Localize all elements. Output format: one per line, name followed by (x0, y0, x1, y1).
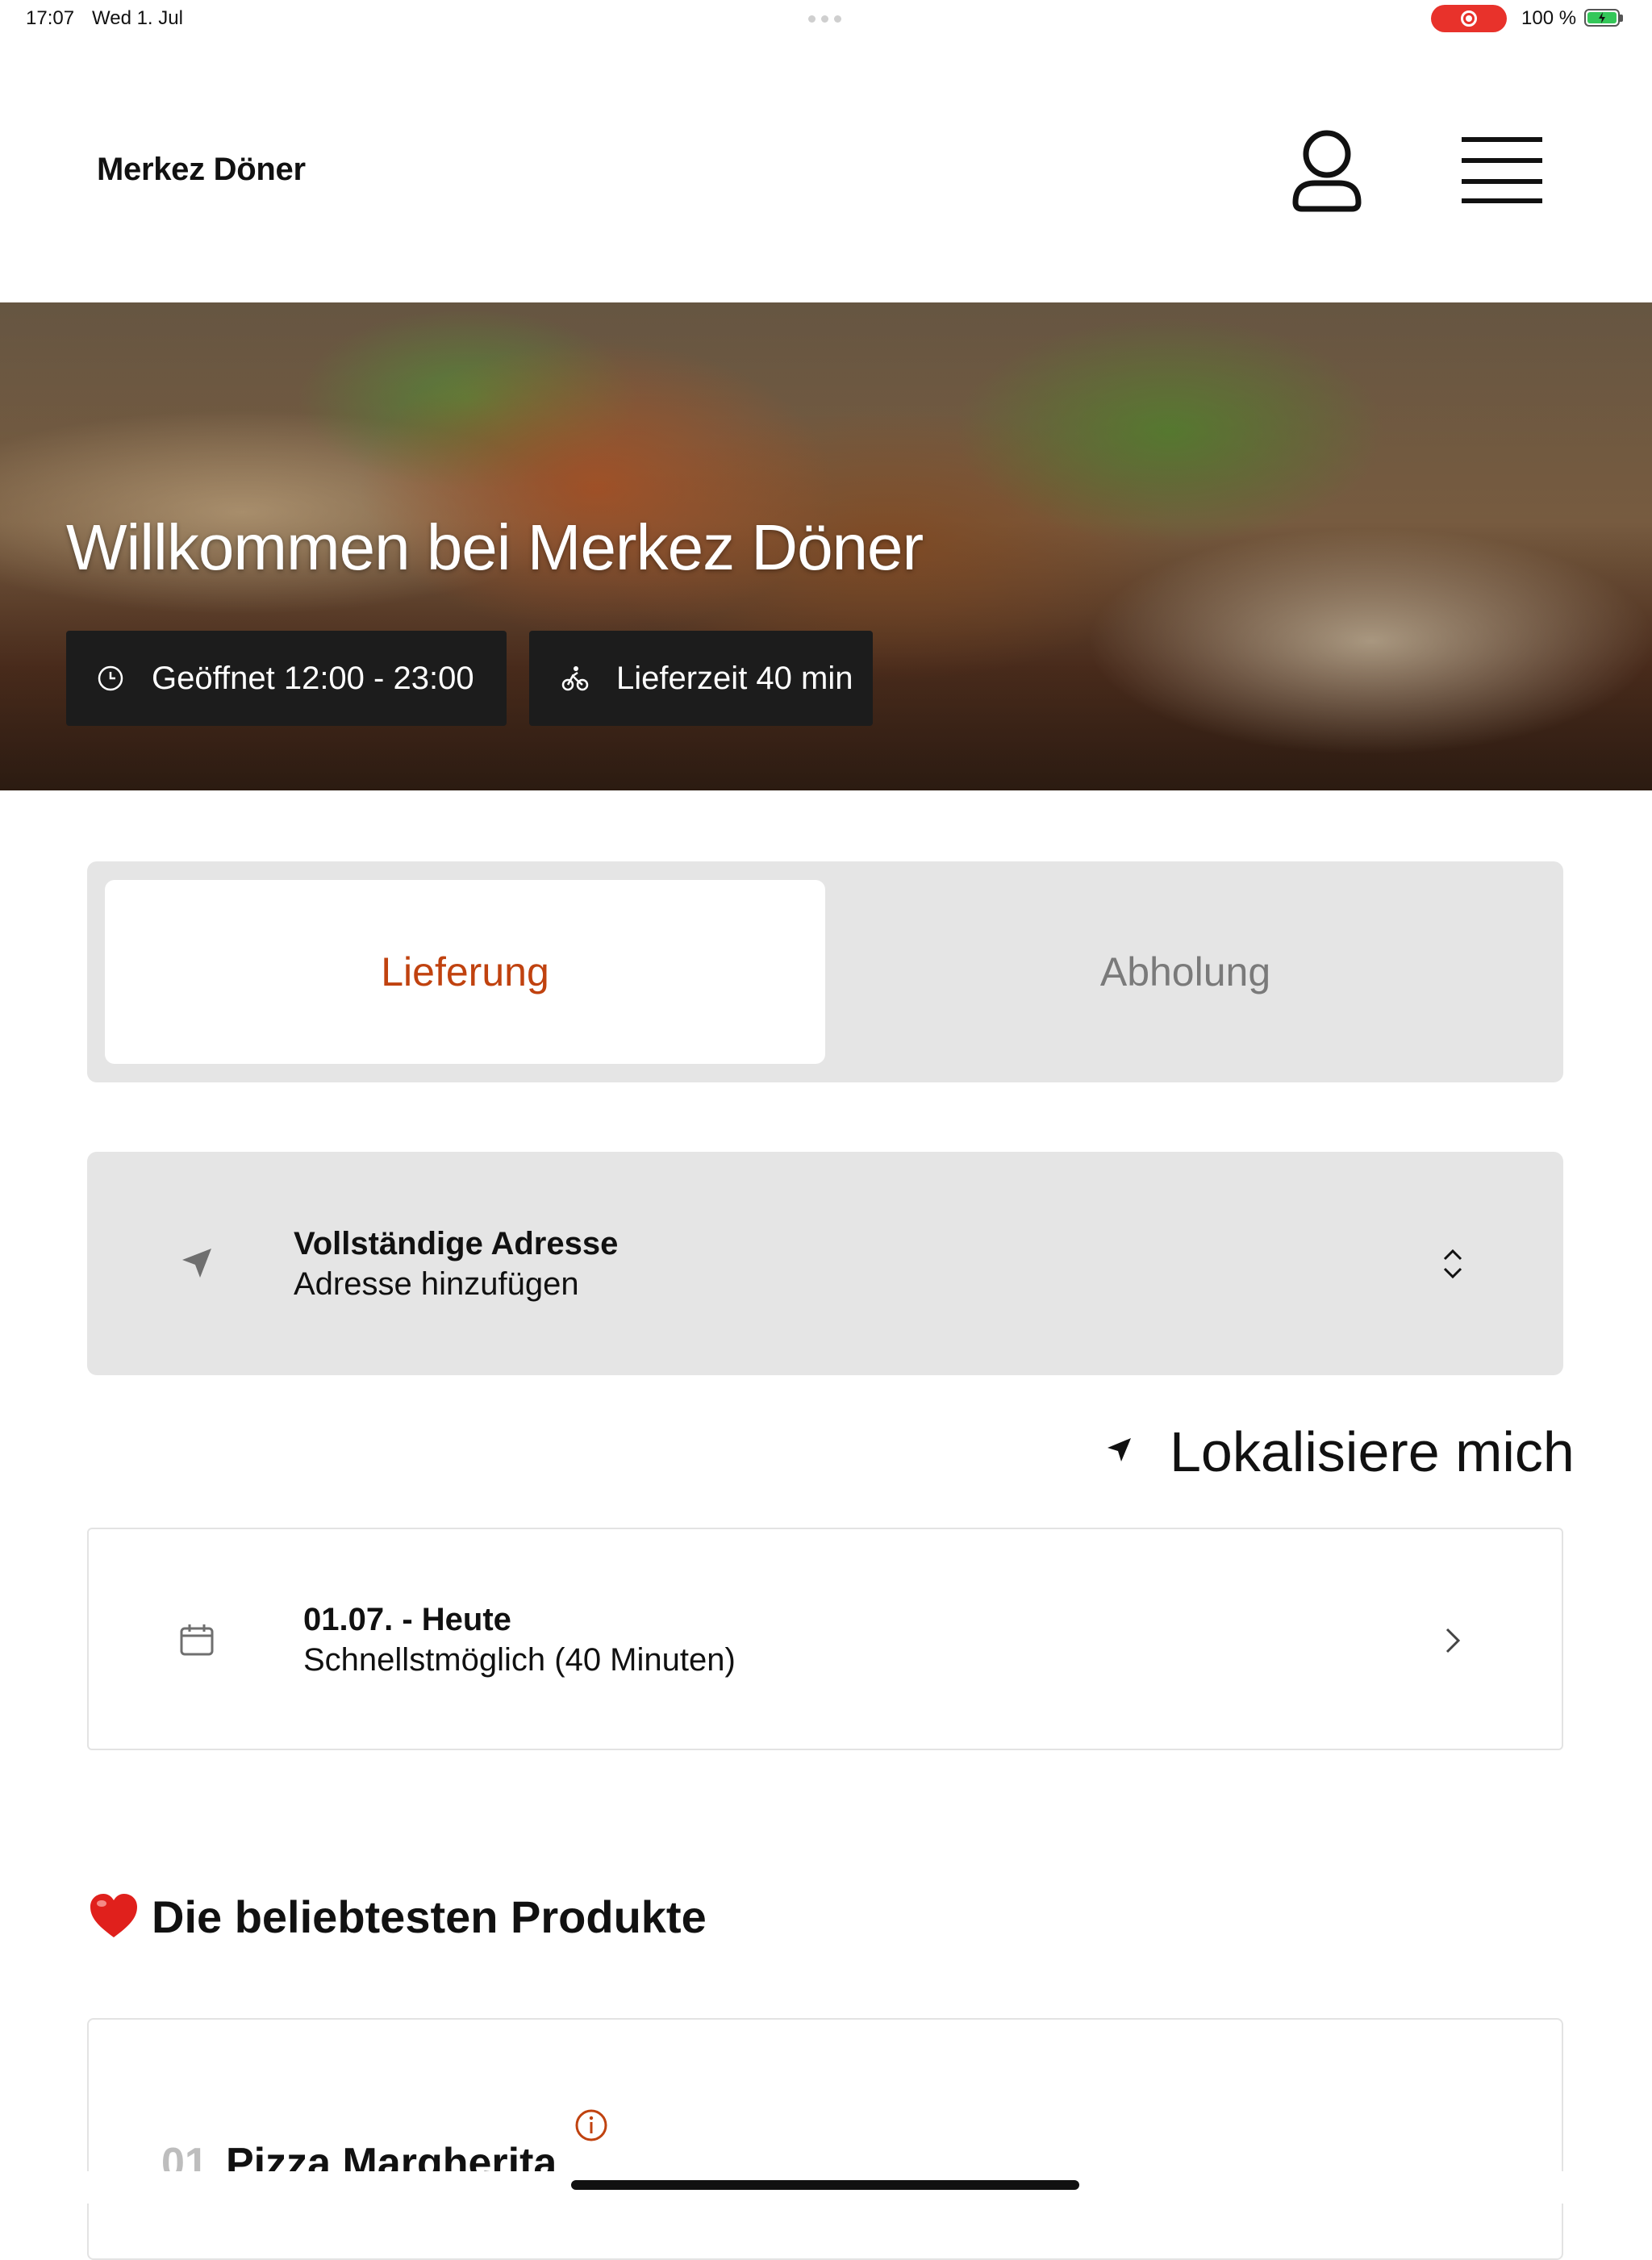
hero-banner: Willkommen bei Merkez Döner Geöffnet 12:… (0, 302, 1652, 790)
bike-courier-icon (561, 666, 589, 691)
battery-percentage: 100 % (1521, 7, 1577, 29)
clock-icon (98, 665, 123, 691)
chevron-up-down-icon[interactable] (1441, 1247, 1465, 1285)
popular-products-title: Die beliebtesten Produkte (152, 1891, 707, 1942)
locate-me-button[interactable]: Lokalisiere mich (1170, 1420, 1575, 1484)
opening-hours-label: Geöffnet 12:00 - 23:00 (152, 660, 474, 696)
hero-title: Willkommen bei Merkez Döner (66, 511, 924, 583)
locate-arrow-icon[interactable] (1105, 1436, 1134, 1469)
schedule-date: 01.07. - Heute (303, 1602, 511, 1637)
opening-hours-chip: Geöffnet 12:00 - 23:00 (66, 631, 507, 726)
chevron-right-icon[interactable] (1444, 1626, 1462, 1659)
status-date: Wed 1. Jul (92, 7, 183, 29)
location-arrow-icon (179, 1245, 215, 1285)
delivery-schedule-selector[interactable] (87, 1528, 1563, 1750)
heart-emoji-icon (89, 1892, 139, 1949)
info-icon[interactable] (574, 2108, 608, 2146)
tab-pickup[interactable]: Abholung (825, 880, 1546, 1064)
address-subtitle: Adresse hinzufügen (294, 1266, 579, 1302)
status-time: 17:07 (26, 7, 75, 29)
delivery-time-chip: Lieferzeit 40 min (529, 631, 873, 726)
user-icon[interactable] (1291, 125, 1363, 218)
screen-recording-icon[interactable] (1431, 5, 1507, 32)
address-title: Vollständige Adresse (294, 1226, 619, 1261)
battery-icon (1584, 9, 1623, 27)
address-selector[interactable] (87, 1152, 1563, 1375)
schedule-time: Schnellstmöglich (40 Minuten) (303, 1642, 736, 1678)
product-name[interactable]: Pizza Margherita (226, 2139, 557, 2171)
multitasking-dots-icon[interactable] (808, 15, 841, 23)
product-number: 01 (161, 2140, 208, 2171)
calendar-icon (179, 1623, 215, 1661)
brand-title[interactable]: Merkez Döner (97, 152, 306, 188)
hamburger-menu-icon[interactable] (1462, 136, 1542, 209)
tab-delivery[interactable]: Lieferung (105, 880, 825, 1064)
delivery-time-label: Lieferzeit 40 min (616, 660, 853, 696)
home-indicator[interactable] (571, 2180, 1079, 2190)
product-card-clip: 01 Pizza Margherita (87, 2018, 1563, 2171)
